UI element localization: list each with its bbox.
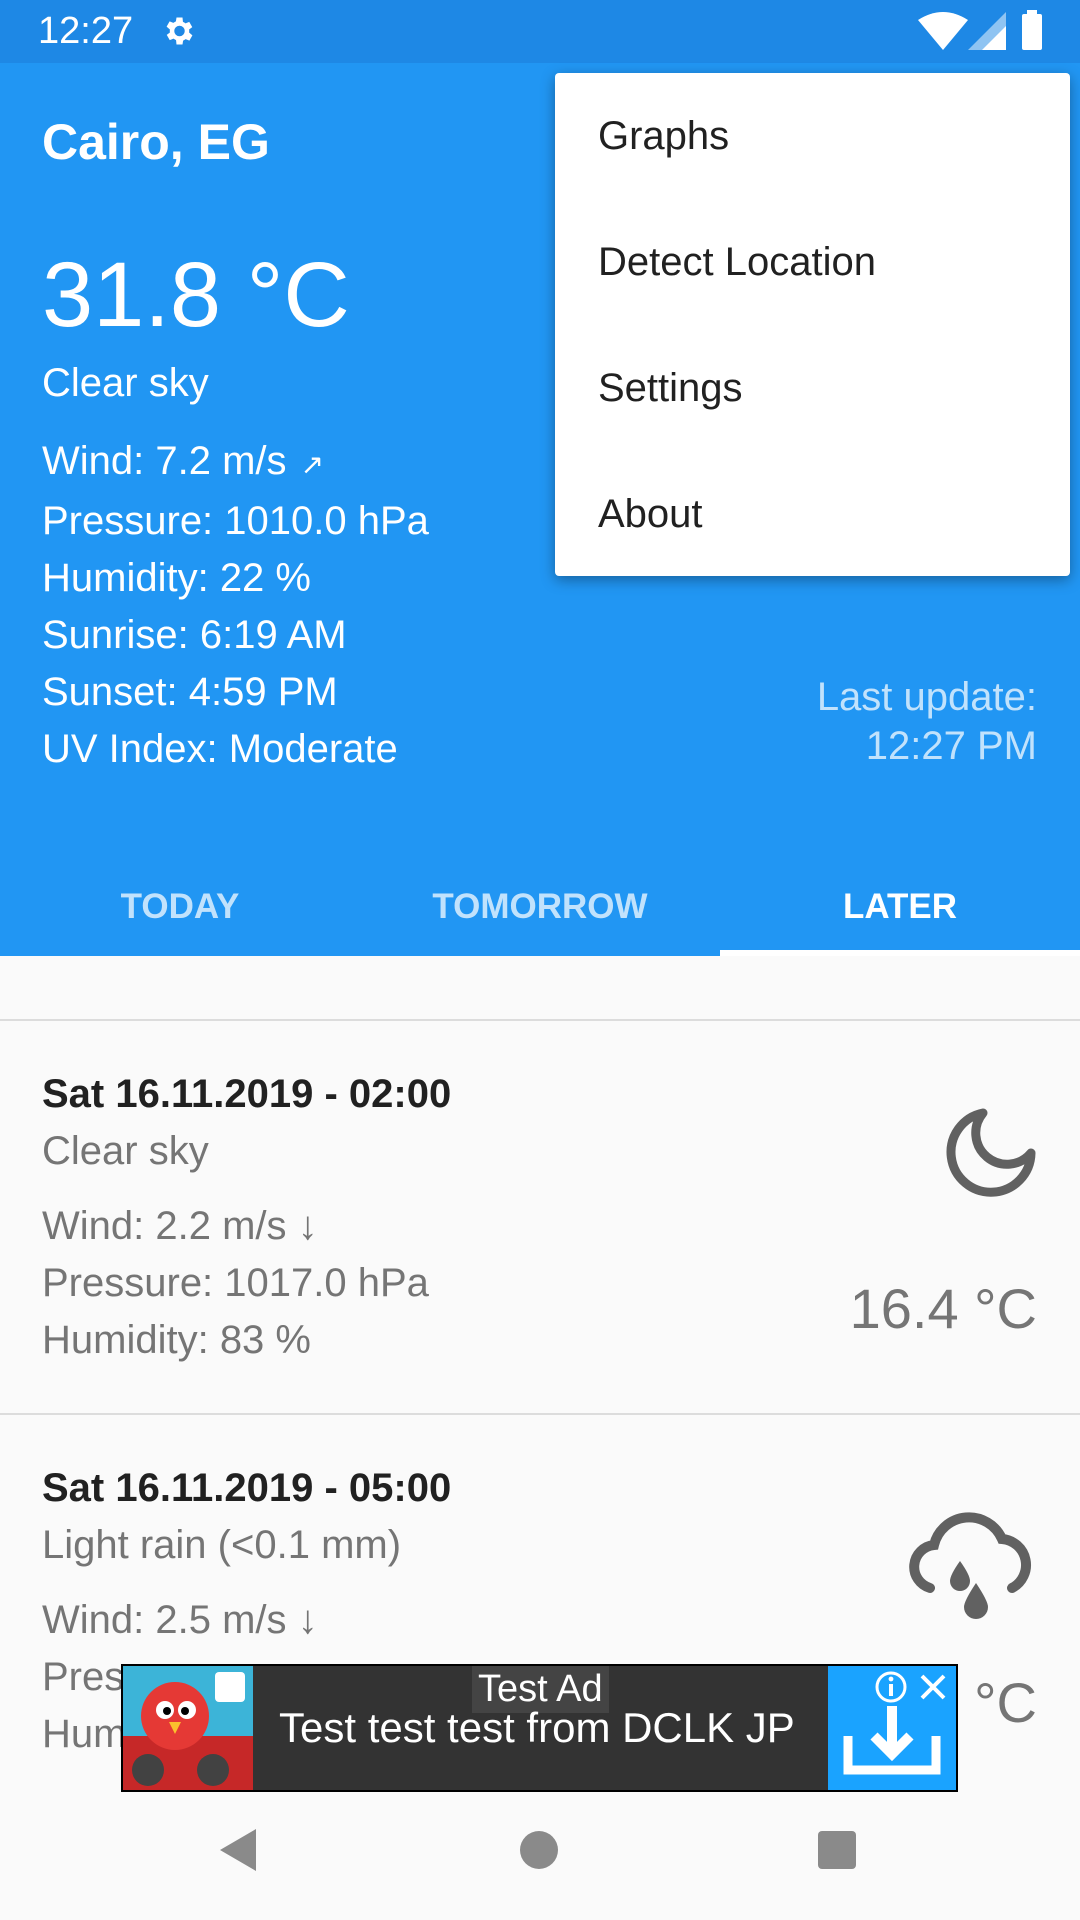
forecast-wind: Wind: 2.2 m/s ↓ <box>42 1204 318 1248</box>
forecast-temperature: °C <box>974 1671 1037 1734</box>
tab-today[interactable]: TODAY <box>0 858 360 956</box>
menu-item-about[interactable]: About <box>555 451 1070 577</box>
ad-close-icon[interactable] <box>916 1670 950 1704</box>
forecast-wind: Wind: 2.5 m/s ↓ <box>42 1598 318 1642</box>
uv-index-text: UV Index: Moderate <box>42 727 398 771</box>
last-update-label: Last update: <box>816 675 1037 719</box>
forecast-pressure: Pressure: 1017.0 hPa <box>42 1261 429 1305</box>
moon-icon <box>946 1108 1036 1197</box>
status-bar: 12:27 <box>0 0 1080 63</box>
current-condition: Clear sky <box>42 361 209 405</box>
sunrise-text: Sunrise: 6:19 AM <box>42 613 347 657</box>
city-name: Cairo, EG <box>42 114 270 170</box>
status-time: 12:27 <box>38 10 134 52</box>
overflow-menu: Graphs Detect Location Settings About <box>555 73 1070 576</box>
ad-info-icon[interactable] <box>874 1670 908 1704</box>
tab-later[interactable]: LATER <box>720 858 1080 956</box>
menu-item-graphs[interactable]: Graphs <box>555 73 1070 199</box>
home-icon[interactable] <box>520 1831 558 1869</box>
wind-row: Wind: 7.2 m/s ↗ <box>42 433 429 493</box>
forecast-item[interactable]: Sat 16.11.2019 - 02:00 Clear sky Wind: 2… <box>0 1021 1080 1413</box>
wind-direction-icon: ↗ <box>300 449 324 480</box>
last-update-time: 12:27 PM <box>865 724 1037 768</box>
forecast-item[interactable]: Sat 16.11.2019 - 05:00 Light rain (<0.1 … <box>0 1415 1080 1756</box>
cell-signal-icon <box>968 12 1006 50</box>
tab-tomorrow[interactable]: TOMORROW <box>360 858 720 956</box>
ad-banner[interactable]: Test Ad Test test test from DCLK JP <box>121 1664 958 1792</box>
ad-text: Test test test from DCLK JP <box>279 1704 795 1751</box>
forecast-temperature: 16.4 °C <box>849 1277 1037 1340</box>
forecast-humidity: Humidity: 83 % <box>42 1318 311 1362</box>
tab-indicator <box>720 950 1080 956</box>
back-icon[interactable] <box>218 1827 258 1873</box>
current-temperature: 31.8 °C <box>42 244 350 346</box>
menu-item-settings[interactable]: Settings <box>555 325 1070 451</box>
menu-item-detect-location[interactable]: Detect Location <box>555 199 1070 325</box>
wifi-icon <box>918 12 968 50</box>
pressure-text: Pressure: 1010.0 hPa <box>42 499 429 543</box>
forecast-date: Sat 16.11.2019 - 05:00 <box>42 1466 452 1510</box>
current-details: Wind: 7.2 m/s ↗ Pressure: 1010.0 hPa Humi… <box>42 433 429 778</box>
forecast-condition: Light rain (<0.1 mm) <box>42 1523 402 1567</box>
sunset-text: Sunset: 4:59 PM <box>42 670 338 714</box>
navigation-bar <box>0 1792 1080 1920</box>
rain-cloud-icon <box>909 1512 1031 1619</box>
last-update: Last update: 12:27 PM <box>817 673 1037 771</box>
wind-text: Wind: 7.2 m/s <box>42 439 287 483</box>
humidity-text: Humidity: 22 % <box>42 556 311 600</box>
forecast-tabs: TODAY TOMORROW LATER <box>0 858 1080 956</box>
battery-icon <box>1022 10 1042 50</box>
recent-apps-icon[interactable] <box>818 1831 856 1869</box>
gear-icon <box>166 17 193 45</box>
forecast-date: Sat 16.11.2019 - 02:00 <box>42 1072 452 1116</box>
forecast-condition: Clear sky <box>42 1129 209 1173</box>
forecast-details: Wind: 2.2 m/s ↓ Pressure: 1017.0 hPa Hum… <box>42 1198 429 1369</box>
ad-game-image <box>123 1666 253 1790</box>
